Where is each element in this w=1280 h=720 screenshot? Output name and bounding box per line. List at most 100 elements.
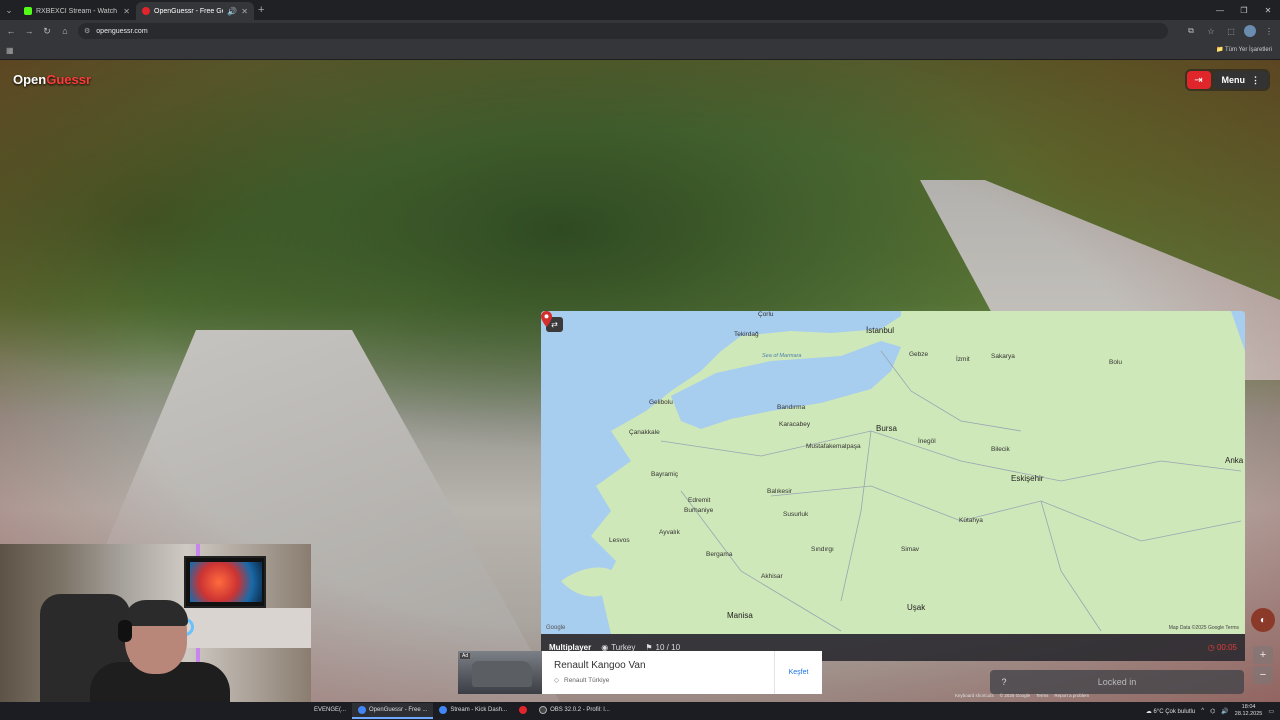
ad-banner[interactable]: Ad Renault Kangoo Van ◇ Renault Türkiye K… — [458, 651, 822, 694]
volume-icon[interactable]: 🔊 — [1221, 708, 1228, 715]
taskbar-item-evenge[interactable]: EVENGE(... — [308, 703, 352, 719]
apps-grid-icon[interactable]: ▦ — [6, 46, 14, 55]
clock[interactable]: 18:04 28.12.2025 — [1235, 704, 1263, 718]
new-tab-button[interactable]: + — [258, 4, 264, 16]
notifications-icon[interactable]: ▭ — [1268, 708, 1274, 715]
profile-avatar[interactable] — [1244, 25, 1256, 37]
logo-text-guessr: Guessr — [46, 72, 92, 87]
ad-body[interactable]: Renault Kangoo Van ◇ Renault Türkiye — [542, 651, 774, 694]
bookmark-star-icon[interactable]: ☆ — [1204, 22, 1218, 40]
app-icon — [519, 706, 528, 714]
windows-taskbar: EVENGE(... OpenGuessr - Free ... Stream … — [0, 702, 1280, 720]
map-label-bergama: Bergama — [706, 551, 733, 558]
copyright-label: © 2025 Google — [999, 693, 1031, 698]
compass-icon[interactable]: ◐ — [1251, 608, 1275, 632]
van-image — [472, 661, 532, 687]
taskbar-item-label: EVENGE(... — [314, 707, 347, 713]
maximize-icon[interactable]: ❐ — [1232, 0, 1256, 20]
terms-link[interactable]: Terms — [1036, 693, 1048, 698]
browser-toolbar: ← → ↻ ⌂ ⚙ openguessr.com ⧉ ☆ ⬚ ⋮ — [0, 20, 1280, 42]
zoom-out-button[interactable]: − — [1253, 666, 1273, 684]
weather-widget[interactable]: ☁ 6°C Çok bulutlu — [1146, 708, 1195, 715]
site-info-icon[interactable]: ⚙ — [84, 27, 90, 35]
help-button[interactable]: ? — [990, 677, 1018, 687]
browser-menu-icon[interactable]: ⋮ — [1262, 22, 1276, 40]
map-credit: Map Data ©2025 Google Terms — [1168, 625, 1239, 631]
tab-openguessr[interactable]: OpenGuessr - Free GeoGue 🔊 ✕ — [136, 2, 254, 20]
guess-map[interactable]: ⇄ Çorlu İstanbul Tekirdağ Sea of Marmara… — [541, 311, 1245, 634]
map-label-bayramic: Bayramiç — [651, 471, 679, 478]
map-label-akhisar: Akhisar — [761, 573, 783, 580]
date-label: 28.12.2025 — [1234, 711, 1263, 717]
map-background — [541, 311, 1245, 634]
tray-chevron-icon[interactable]: ^ — [1201, 708, 1204, 714]
system-tray: ☁ 6°C Çok bulutlu ^ ⌬ 🔊 18:04 28.12.2025 … — [1146, 702, 1280, 720]
network-icon[interactable]: ⌬ — [1210, 708, 1215, 715]
report-problem-link[interactable]: Report a problem — [1054, 693, 1089, 698]
weather-label: 6°C Çok bulutlu — [1153, 708, 1196, 715]
back-icon[interactable]: ← — [2, 26, 20, 36]
toolbar-actions: ⧉ ☆ ⬚ ⋮ — [1184, 22, 1276, 40]
headset-icon — [118, 620, 132, 642]
locked-in-label: Locked in — [1097, 677, 1137, 687]
forward-icon[interactable]: → — [20, 26, 38, 36]
map-label-marmara: Sea of Marmara — [762, 353, 802, 359]
tab-search-icon[interactable]: ⌄ — [0, 0, 18, 20]
taskbar-item-openguessr[interactable]: OpenGuessr - Free ... — [352, 703, 434, 719]
time-label: 18:04 — [1241, 704, 1256, 710]
tab-kick-stream[interactable]: RXBEXCI Stream - Watch Live o ✕ — [18, 2, 136, 20]
address-bar[interactable]: ⚙ openguessr.com — [78, 23, 1168, 39]
ad-brand: ◇ Renault Türkiye — [554, 676, 762, 685]
map-label-mustafakemalpasa: Mustafakemalpaşa — [806, 443, 861, 450]
extensions-icon[interactable]: ⬚ — [1224, 22, 1238, 40]
close-tab-icon[interactable]: ✕ — [123, 7, 130, 16]
map-label-gebze: Gebze — [909, 351, 929, 358]
ad-image[interactable]: Ad — [458, 651, 542, 694]
map-label-bandirma: Bandırma — [777, 404, 806, 411]
timer-label: 00:05 — [1216, 643, 1237, 652]
taskbar-item-app[interactable] — [513, 703, 533, 719]
map-label-edremit: Edremit — [688, 497, 711, 504]
map-label-tekirdag: Tekirdağ — [734, 331, 759, 338]
locked-in-button[interactable]: ? Locked in — [990, 670, 1244, 694]
openguessr-favicon-icon — [142, 7, 150, 15]
map-label-sakarya: Sakarya — [991, 353, 1015, 360]
tab-title: OpenGuessr - Free GeoGue — [154, 7, 223, 15]
home-icon[interactable]: ⌂ — [56, 26, 74, 36]
google-logo: Google — [546, 625, 566, 631]
kebab-icon: ⋮ — [1251, 74, 1260, 85]
all-bookmarks-label: Tüm Yer İşaretleri — [1224, 47, 1272, 53]
map-label-manisa: Manisa — [727, 611, 753, 620]
translate-icon[interactable]: ⧉ — [1184, 22, 1198, 40]
map-label-karacabey: Karacabey — [779, 421, 811, 428]
taskbar-item-label: OBS 32.0.2 - Profil: l... — [550, 707, 610, 713]
map-label-izmit: İzmit — [956, 356, 970, 363]
minimize-icon[interactable]: — — [1208, 0, 1232, 20]
browser-tab-strip: ⌄ RXBEXCI Stream - Watch Live o ✕ OpenGu… — [0, 0, 1280, 20]
map-label-susurluk: Susurluk — [783, 511, 809, 518]
map-label-ayvalik: Ayvalık — [659, 529, 680, 536]
map-pin-icon[interactable] — [541, 311, 552, 327]
ad-badge: Ad — [460, 653, 471, 659]
all-bookmarks-link[interactable]: 📁 Tüm Yer İşaretleri — [1216, 46, 1272, 53]
menu-button[interactable]: Menu ⋮ — [1213, 71, 1268, 89]
keyboard-shortcuts-link[interactable]: Keyboard shortcuts — [955, 693, 994, 698]
ad-cta-button[interactable]: Keşfet — [774, 651, 822, 694]
openguessr-logo[interactable]: OpenGuessr — [13, 72, 91, 87]
tab-title: RXBEXCI Stream - Watch Live o — [36, 7, 119, 15]
map-attribution: Keyboard shortcuts © 2025 Google Terms R… — [955, 693, 1089, 698]
close-window-icon[interactable]: ✕ — [1256, 0, 1280, 20]
reload-icon[interactable]: ↻ — [38, 26, 56, 37]
taskbar-item-obs[interactable]: OBS 32.0.2 - Profil: l... — [533, 703, 616, 719]
map-label-istanbul: İstanbul — [866, 326, 895, 335]
map-label-kutahya: Kütahya — [959, 517, 983, 524]
map-label-inegol: İnegöl — [918, 438, 936, 445]
exit-button[interactable]: ⇥ — [1186, 71, 1211, 89]
audio-icon[interactable]: 🔊 — [227, 7, 237, 16]
map-label-bolu: Bolu — [1109, 359, 1123, 366]
close-tab-icon[interactable]: ✕ — [241, 7, 248, 16]
taskbar-item-kick[interactable]: Stream - Kick Dash... — [433, 703, 513, 719]
clock-icon: ◷ — [1207, 643, 1215, 652]
zoom-in-button[interactable]: + — [1253, 646, 1273, 664]
url-text: openguessr.com — [96, 27, 148, 35]
